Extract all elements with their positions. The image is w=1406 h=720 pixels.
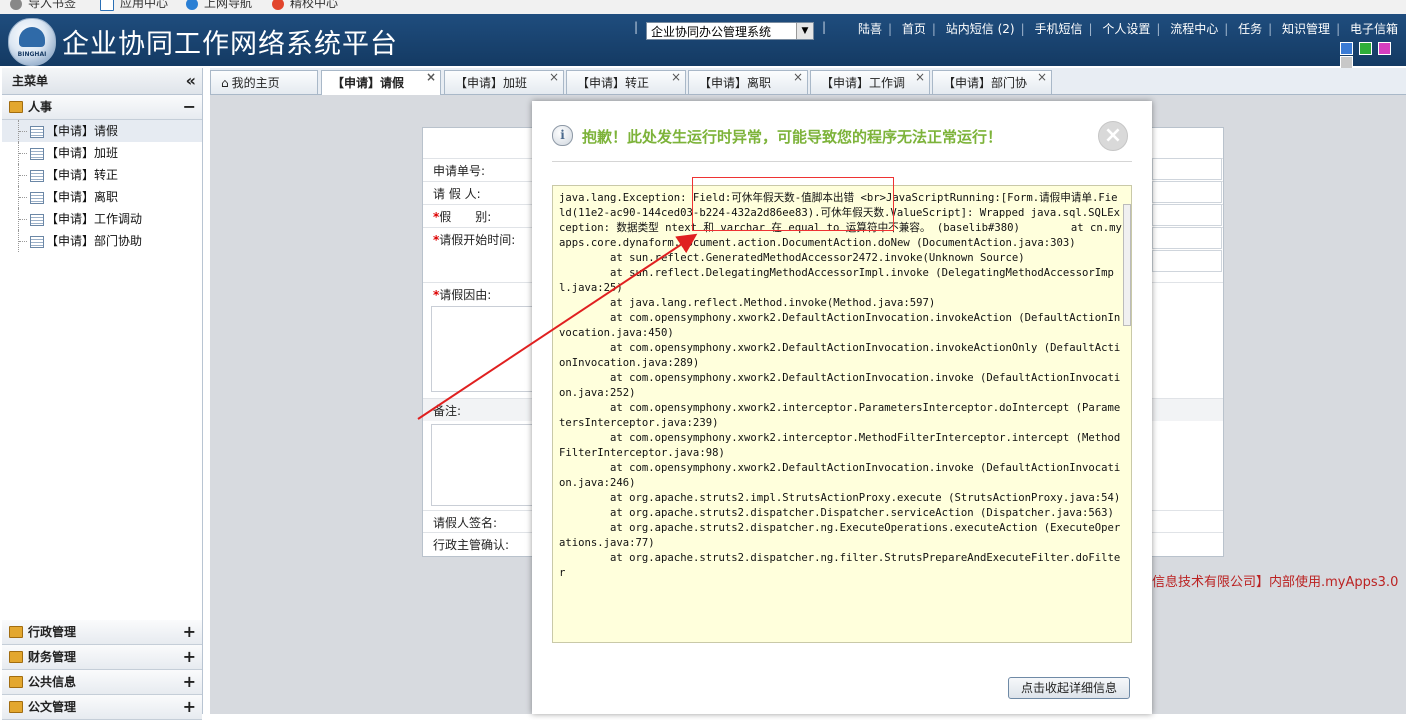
plus-icon[interactable]: +	[183, 645, 196, 669]
nav-user[interactable]: 陆喜	[858, 22, 882, 36]
bookmark-import[interactable]: 导入书签	[10, 0, 76, 11]
sidebar-group-hr[interactable]: 人事 −	[2, 95, 202, 120]
logo-text: BINGHAI	[17, 51, 47, 58]
close-icon[interactable]: ×	[671, 65, 681, 89]
bookmark-center[interactable]: 精校中心	[272, 0, 338, 11]
sidebar-group-documents[interactable]: 公文管理 +	[2, 695, 202, 720]
skin-pink[interactable]	[1378, 42, 1391, 55]
plus-icon[interactable]: +	[183, 670, 196, 694]
logo-swirl-icon	[19, 27, 45, 47]
folder-icon	[9, 626, 23, 638]
tab-dept-assist[interactable]: 【申请】部门协 ×	[932, 70, 1052, 94]
close-icon[interactable]: ×	[1098, 121, 1128, 151]
sidebar-bottom-groups: 行政管理 + 财务管理 + 公共信息 + 公文管理 +	[2, 620, 202, 720]
form-icon	[30, 236, 44, 248]
tab-home[interactable]: ⌂ 我的主页	[210, 70, 318, 94]
form-cell	[1152, 250, 1222, 272]
minus-icon[interactable]: −	[183, 95, 196, 119]
sidebar-group-finance[interactable]: 财务管理 +	[2, 645, 202, 670]
chrome-icon	[272, 0, 284, 10]
form-icon	[30, 192, 44, 204]
sidebar-item-transfer[interactable]: 【申请】工作调动	[2, 208, 202, 230]
folder-icon	[9, 676, 23, 688]
sidebar-item-leave[interactable]: 【申请】请假	[2, 120, 202, 142]
tab-overtime[interactable]: 【申请】加班 ×	[444, 70, 564, 94]
close-icon[interactable]: ×	[549, 65, 559, 89]
folder-icon	[9, 701, 23, 713]
nav-workflow[interactable]: 流程中心	[1170, 22, 1218, 36]
nav-home[interactable]: 首页	[902, 22, 926, 36]
logo: BINGHAI	[8, 18, 56, 66]
skin-switcher	[1340, 42, 1406, 70]
sidebar-item-regularization[interactable]: 【申请】转正	[2, 164, 202, 186]
close-icon[interactable]: ×	[1037, 65, 1047, 89]
folder-icon	[9, 101, 23, 113]
sidebar-item-resignation[interactable]: 【申请】离职	[2, 186, 202, 208]
tab-transfer[interactable]: 【申请】工作调 ×	[810, 70, 930, 94]
plus-icon[interactable]: +	[183, 695, 196, 719]
sidebar-group-admin[interactable]: 行政管理 +	[2, 620, 202, 645]
form-cell	[1152, 204, 1222, 226]
app-title: 企业协同工作网络系统平台	[62, 29, 398, 60]
sidebar-group-public[interactable]: 公共信息 +	[2, 670, 202, 695]
sidebar: 主菜单 « 人事 − 【申请】请假 【申请】加班 【申请】转正 【申请】离职 【…	[2, 68, 203, 720]
nav-email[interactable]: 电子信箱	[1350, 22, 1398, 36]
folder-icon	[9, 651, 23, 663]
nav-tasks[interactable]: 任务	[1238, 22, 1262, 36]
tab-resignation[interactable]: 【申请】离职 ×	[688, 70, 808, 94]
close-icon[interactable]: ×	[915, 65, 925, 89]
system-select-value: 企业协同办公管理系统	[651, 25, 772, 39]
close-icon[interactable]: ×	[426, 65, 436, 89]
tab-leave[interactable]: 【申请】请假 ×	[321, 70, 441, 95]
divider: |	[634, 20, 639, 34]
bookmark-navigation[interactable]: 上网导航	[186, 0, 252, 11]
sidebar-header: 主菜单 «	[2, 68, 202, 95]
annotation-highlight-box	[692, 177, 894, 231]
dialog-divider	[552, 161, 1132, 162]
sidebar-title: 主菜单	[12, 74, 49, 88]
stack-trace-box[interactable]: java.lang.Exception: Field:可休年假天数-值脚本出错 …	[552, 185, 1132, 643]
import-icon	[10, 0, 22, 10]
bookmarks-bar: 导入书签 应用中心 上网导航 精校中心	[0, 0, 1406, 14]
chevron-down-icon[interactable]: ▼	[796, 23, 813, 39]
scrollbar[interactable]	[1123, 204, 1131, 326]
top-nav: 陆喜 | 首页 | 站内短信 (2) | 手机短信 | 个人设置 | 流程中心 | 任务 | …	[858, 22, 1398, 36]
home-icon: ⌂	[221, 76, 229, 90]
dialog-title: 抱歉！此处发生运行时异常，可能导致您的程序无法正常运行！	[582, 128, 1003, 146]
nav-knowledge[interactable]: 知识管理	[1282, 22, 1330, 36]
close-icon[interactable]: ×	[793, 65, 803, 89]
skin-green[interactable]	[1359, 42, 1372, 55]
form-icon	[30, 214, 44, 226]
bookmark-app-center[interactable]: 应用中心	[100, 0, 168, 11]
form-icon	[30, 170, 44, 182]
ie-icon	[186, 0, 198, 10]
page-icon	[100, 0, 114, 11]
nav-messages[interactable]: 站内短信 (2)	[946, 22, 1015, 36]
sidebar-item-dept-assist[interactable]: 【申请】部门协助	[2, 230, 202, 252]
collapse-icon[interactable]: «	[186, 68, 196, 94]
form-icon	[30, 126, 44, 138]
footer-copyright: 信息技术有限公司】内部使用.myApps3.0	[1152, 575, 1399, 590]
divider: |	[822, 20, 827, 34]
collapse-details-button[interactable]: 点击收起详细信息	[1008, 677, 1130, 699]
nav-sms[interactable]: 手机短信	[1034, 22, 1082, 36]
form-cell	[1152, 158, 1222, 180]
skin-blue[interactable]	[1340, 42, 1353, 55]
form-cell	[1152, 227, 1222, 249]
form-cell	[1152, 181, 1222, 203]
sidebar-item-overtime[interactable]: 【申请】加班	[2, 142, 202, 164]
plus-icon[interactable]: +	[183, 620, 196, 644]
tab-regularization[interactable]: 【申请】转正 ×	[566, 70, 686, 94]
tab-bar: ⌂ 我的主页 【申请】请假 × 【申请】加班 × 【申请】转正 × 【申请】离职 × 【申…	[210, 68, 1406, 95]
app-header: BINGHAI 企业协同工作网络系统平台 | 企业协同办公管理系统 ▼ | 陆喜…	[0, 14, 1406, 69]
info-icon: i	[552, 125, 573, 146]
stack-trace-text: java.lang.Exception: Field:可休年假天数-值脚本出错 …	[559, 192, 1122, 579]
nav-settings[interactable]: 个人设置	[1102, 22, 1150, 36]
form-icon	[30, 148, 44, 160]
system-select[interactable]: 企业协同办公管理系统 ▼	[646, 22, 814, 40]
